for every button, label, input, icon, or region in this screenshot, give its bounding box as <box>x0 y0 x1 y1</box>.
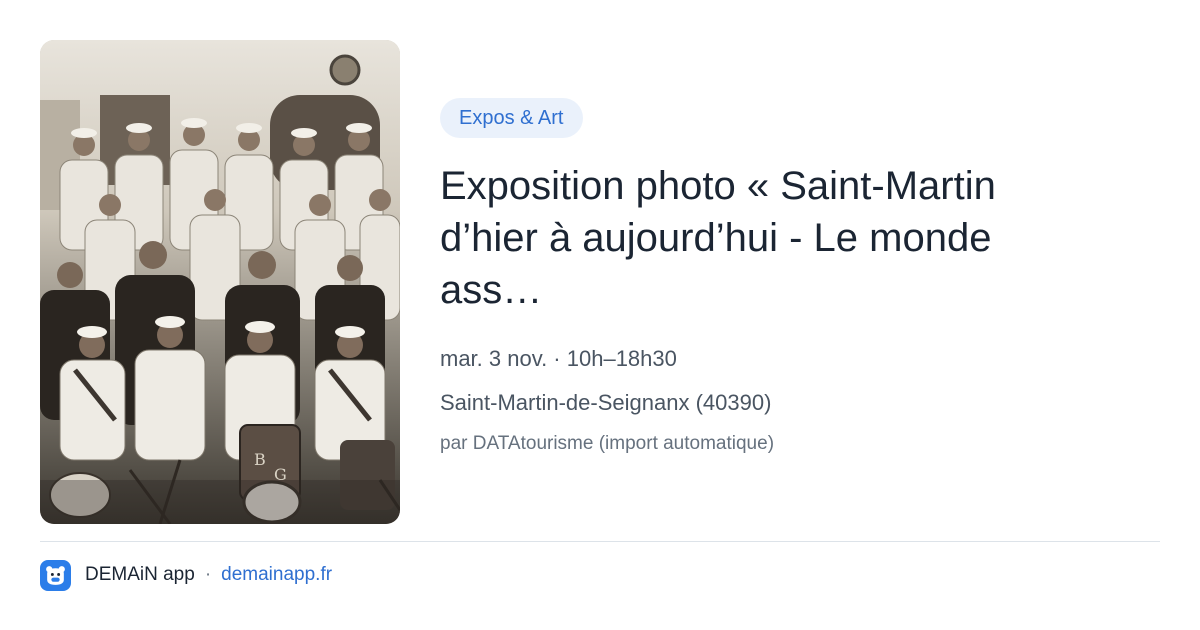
footer-separator: · <box>204 564 212 585</box>
vintage-group-photo: B G <box>40 40 400 524</box>
bear-logo-icon <box>46 565 65 585</box>
app-name: DEMAiN app <box>85 564 195 585</box>
event-source: par DATAtourisme (import automatique) <box>440 433 775 454</box>
footer: DEMAiN app · demainapp.fr <box>40 559 332 591</box>
event-datetime: mar. 3 nov. · 10h–18h30 <box>440 346 677 371</box>
drum-letter-b: B <box>254 450 266 469</box>
demain-app-icon[interactable] <box>40 559 71 591</box>
category-tag[interactable]: Expos & Art <box>440 98 583 138</box>
app-domain-link[interactable]: demainapp.fr <box>221 564 332 586</box>
event-photo: B G <box>40 40 400 524</box>
footer-divider <box>40 541 1160 542</box>
event-location: Saint-Martin-de-Seignanx (40390) <box>440 390 772 415</box>
event-details: Expos & Art Exposition photo « Saint-Mar… <box>440 98 1160 457</box>
event-title[interactable]: Exposition photo « Saint-Martin d’hier à… <box>440 160 1100 316</box>
